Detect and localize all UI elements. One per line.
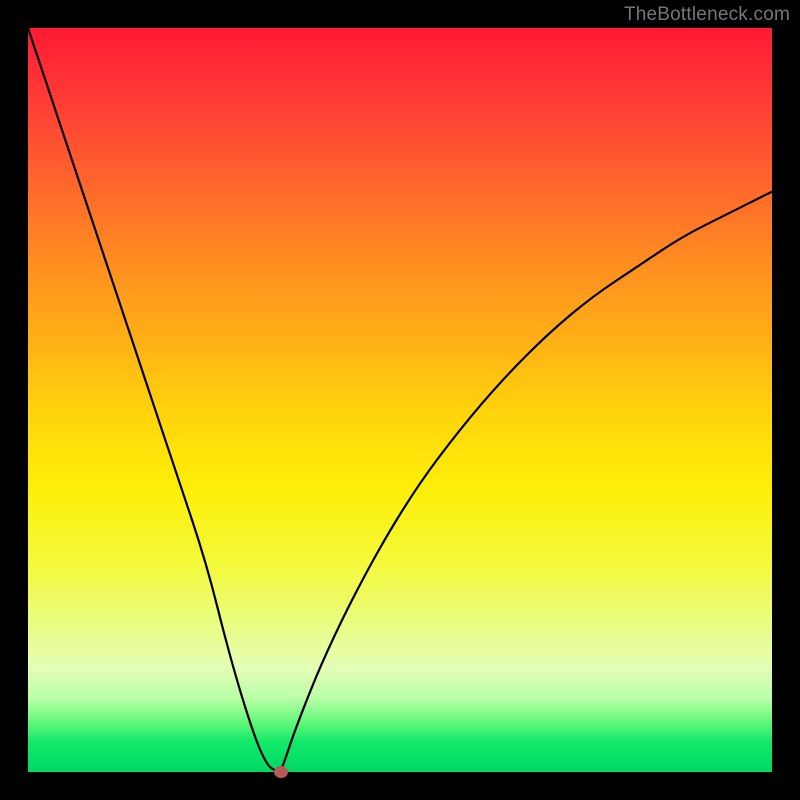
chart-wrap: TheBottleneck.com — [0, 0, 800, 800]
bottleneck-curve-path — [28, 28, 772, 772]
plot-area — [28, 28, 772, 772]
min-point-marker — [274, 766, 288, 778]
watermark-text: TheBottleneck.com — [624, 4, 790, 26]
chart-curve — [28, 28, 772, 772]
